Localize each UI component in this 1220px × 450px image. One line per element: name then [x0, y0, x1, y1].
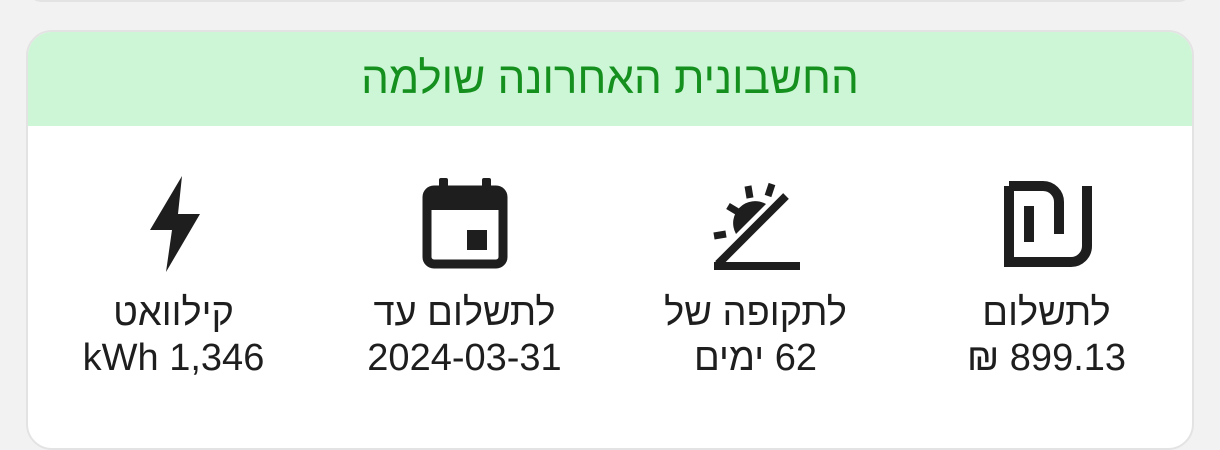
stat-amount: לתשלום 899.13 ₪ — [901, 126, 1192, 426]
invoice-stats: לתשלום 899.13 ₪ לתקופה של 62 ימים לתשלום… — [28, 126, 1192, 426]
stat-consumption-label: קילוואט — [113, 292, 234, 334]
stat-period-value: 62 ימים — [694, 337, 817, 379]
stat-due-date-label: לתשלום עד — [373, 292, 556, 334]
paid-status-banner: החשבונית האחרונה שולמה — [28, 32, 1192, 126]
stat-consumption-value: 1,346 kWh — [82, 337, 265, 379]
stat-period: לתקופה של 62 ימים — [610, 126, 901, 426]
banner-title: החשבונית האחרונה שולמה — [361, 54, 859, 103]
calendar-icon — [417, 176, 513, 272]
stat-amount-label: לתשלום — [982, 292, 1111, 334]
lightning-bolt-icon — [126, 176, 222, 272]
last-invoice-card: החשבונית האחרונה שולמה לתשלום 899.13 ₪ ל… — [26, 30, 1194, 450]
shekel-icon — [999, 176, 1095, 272]
stat-amount-value: 899.13 ₪ — [966, 337, 1127, 379]
stat-period-label: לתקופה של — [664, 292, 847, 334]
stat-due-date: לתשלום עד 2024-03-31 — [319, 126, 610, 426]
stat-due-date-value: 2024-03-31 — [367, 337, 562, 379]
sun-horizon-icon — [708, 176, 804, 272]
previous-card — [26, 0, 1194, 2]
stat-consumption: קילוואט 1,346 kWh — [28, 126, 319, 426]
